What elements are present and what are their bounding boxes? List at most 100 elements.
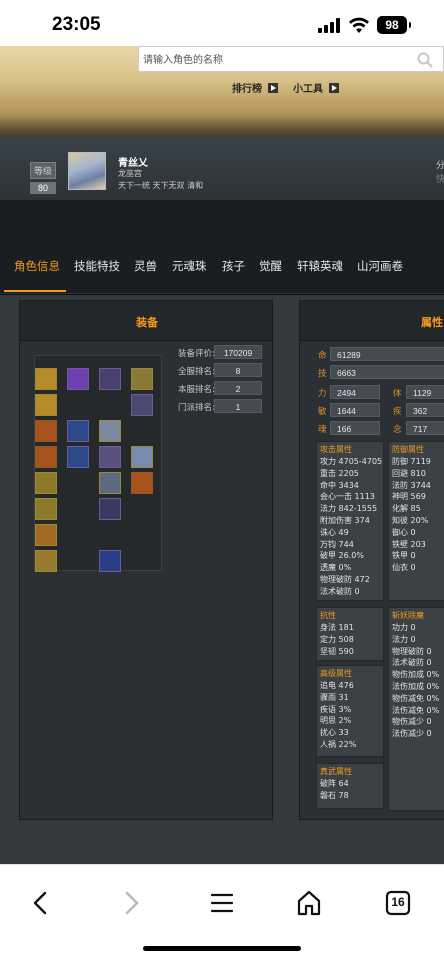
tab-soul-beads[interactable]: 元魂珠	[172, 258, 207, 274]
tab-scrolls[interactable]: 山河画卷	[357, 258, 403, 274]
resist-attributes-title: 抗性	[320, 611, 336, 620]
attribute-line: 知彼 20%	[392, 515, 429, 525]
zhenwu-attributes-box: 真武属性 破阵 64 磐石 78	[316, 763, 384, 809]
search-icon[interactable]	[417, 52, 433, 68]
stat-value: 1129	[406, 385, 444, 399]
menu-icon[interactable]	[206, 887, 238, 919]
defense-attributes-box: 防御属性 防御 7119 回避 810 法防 3744 神明 569 化解 85…	[388, 441, 444, 601]
rank-label: 门派排名:	[178, 403, 215, 413]
attribute-line: 明思 2%	[320, 716, 352, 726]
attribute-line: 人祸 22%	[320, 739, 357, 749]
play-arrow-icon	[268, 83, 278, 93]
stat-value: 717	[406, 421, 444, 435]
character-school: 龙巫宫	[118, 169, 142, 178]
character-name: 青丝乂	[118, 158, 148, 169]
forward-icon[interactable]	[115, 887, 147, 919]
stat-value: 1644	[330, 403, 380, 417]
tabs-button[interactable]: 16	[382, 887, 414, 919]
equipment-slot[interactable]	[35, 394, 57, 416]
attribute-line: 法伤减少 0	[392, 729, 432, 739]
attribute-line: 骤雨 31	[320, 692, 349, 702]
attribute-line: 功力 0	[392, 623, 416, 632]
ranking-link[interactable]: 排行榜	[232, 80, 278, 95]
tab-awakening[interactable]: 觉醒	[259, 258, 282, 274]
equipment-slot[interactable]	[99, 498, 121, 520]
content-area: 装备 装备评价: 170209 全服排名: 8 本服排名: 2 门派排名: 1 …	[0, 295, 444, 864]
ranking-label: 排行榜	[232, 84, 262, 95]
profile-right-subtext: 快	[436, 175, 444, 185]
equipment-slot[interactable]	[99, 446, 121, 468]
equipment-slot[interactable]	[67, 420, 89, 442]
attribute-line: 仙衣 0	[392, 563, 416, 573]
attack-attributes-title: 攻击属性	[320, 445, 352, 454]
search-input[interactable]	[143, 51, 403, 69]
profile-right-text: 分	[436, 161, 444, 171]
stat-value: 166	[330, 421, 380, 435]
rank-value: 1	[214, 399, 262, 413]
advanced-attributes-title: 高级属性	[320, 669, 352, 678]
attribute-line: 物伤减免 0%	[392, 693, 440, 703]
attribute-line: 定力 508	[320, 634, 354, 644]
attribute-line: 重击 2205	[320, 468, 359, 478]
tab-heroes[interactable]: 轩辕英魂	[297, 258, 343, 274]
tab-children[interactable]: 孩子	[222, 258, 245, 274]
equipment-slot[interactable]	[99, 420, 121, 442]
equipment-slot[interactable]	[35, 368, 57, 390]
equipment-slot[interactable]	[35, 420, 57, 442]
attributes-panel: 属性 命 61289 技 6663 力 2494 体 1129 敏 1644 疾…	[299, 300, 444, 820]
status-time: 23:05	[52, 14, 101, 35]
stat-label: 体	[393, 389, 402, 399]
stat-value: 61289	[330, 347, 444, 361]
advanced-attributes-box: 高级属性 追电 476 骤雨 31 疾语 3% 明思 2% 扰心 33 人祸 2…	[316, 665, 384, 757]
equipment-slot[interactable]	[131, 446, 153, 468]
stat-label: 念	[393, 425, 402, 435]
character-profile: 等级 80 青丝乂 龙巫宫 天下一统 天下无双 清和 分 快	[0, 136, 444, 200]
level-value: 80	[30, 182, 56, 194]
equipment-slot[interactable]	[131, 368, 153, 390]
equipment-slot[interactable]	[67, 446, 89, 468]
tab-character-info[interactable]: 角色信息	[14, 258, 60, 274]
wifi-icon	[349, 17, 369, 33]
tools-label: 小工具	[293, 84, 323, 95]
attribute-line: 法防 3744	[392, 480, 431, 490]
equipment-slot[interactable]	[35, 550, 57, 572]
play-arrow-icon	[329, 83, 339, 93]
attribute-line: 物伤减少 0	[392, 717, 432, 727]
divider-band	[0, 200, 444, 246]
attribute-line: 附加伤害 374	[320, 515, 370, 525]
attribute-line: 物理破防 472	[320, 574, 370, 584]
attribute-line: 御心 0	[392, 527, 416, 537]
equipment-title: 装备	[136, 316, 158, 329]
equipment-slot[interactable]	[35, 472, 57, 494]
equipment-slot[interactable]	[35, 446, 57, 468]
home-icon[interactable]	[293, 887, 325, 919]
attribute-line: 透魔 0%	[320, 563, 352, 573]
equipment-slot[interactable]	[131, 394, 153, 416]
attribute-line: 破甲 26.0%	[320, 551, 364, 561]
attribute-line: 追电 476	[320, 681, 354, 690]
search-box	[138, 46, 444, 72]
equipment-slot[interactable]	[131, 472, 153, 494]
tab-bar: 角色信息 技能特技 灵兽 元魂珠 孩子 觉醒 轩辕英魂 山河画卷	[0, 246, 444, 294]
equipment-slot[interactable]	[67, 368, 89, 390]
tools-link[interactable]: 小工具	[293, 80, 339, 95]
attribute-line: 疾语 3%	[320, 704, 352, 714]
equipment-slot[interactable]	[35, 498, 57, 520]
stat-value: 2494	[330, 385, 380, 399]
equipment-slot[interactable]	[99, 368, 121, 390]
tab-pets[interactable]: 灵兽	[134, 258, 157, 274]
resist-attributes-box: 抗性 身法 181 定力 508 坚韧 590	[316, 607, 384, 661]
level-label: 等级	[30, 162, 56, 179]
attribute-line: 身法 181	[320, 623, 354, 632]
demon-slaying-attributes-box: 斩妖除魔 功力 0 法力 0 物理破防 0 法术破防 0 物伤加成 0% 法伤加…	[388, 607, 444, 811]
equipment-slot[interactable]	[99, 472, 121, 494]
equipment-slot[interactable]	[99, 550, 121, 572]
battery-indicator: 98	[377, 16, 411, 34]
attribute-line: 法力 0	[392, 634, 416, 644]
tab-skills[interactable]: 技能特技	[74, 258, 120, 274]
attribute-line: 法术破防 0	[320, 586, 360, 596]
back-icon[interactable]	[25, 887, 57, 919]
stat-label: 命	[318, 351, 327, 361]
equipment-slot[interactable]	[35, 524, 57, 546]
rank-value: 170209	[214, 345, 262, 359]
